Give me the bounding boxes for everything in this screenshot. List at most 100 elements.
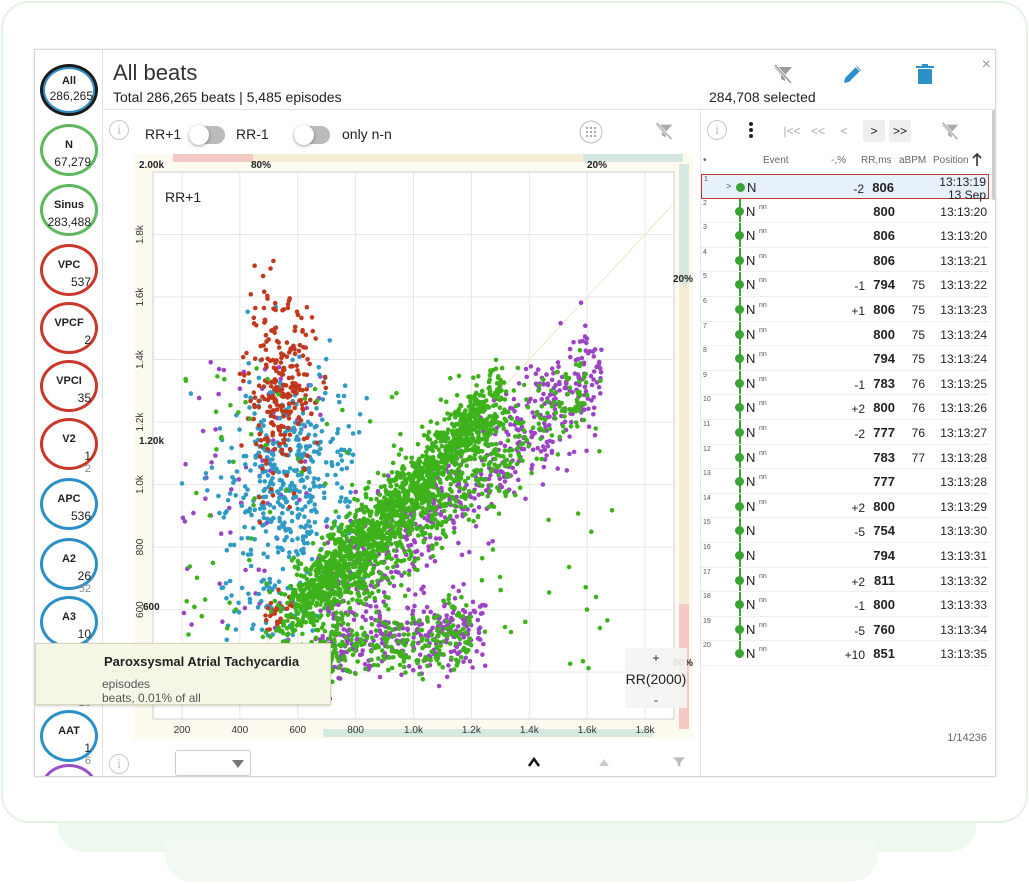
scatter-point [333, 509, 339, 514]
zoom-in-button[interactable]: + [652, 651, 659, 665]
category-v2[interactable]: V2 1 2 [40, 418, 98, 475]
category-n[interactable]: N 67,279 [40, 124, 98, 176]
info-icon[interactable]: i [707, 120, 727, 140]
info-icon[interactable]: i [109, 754, 129, 774]
beat-number: 12 [703, 445, 711, 453]
beat-row[interactable]: 9 Nnn -1 783 76 13:13:25 [701, 371, 989, 396]
category-vpcf[interactable]: VPCF 2 [40, 302, 98, 354]
scatter-point [347, 647, 353, 652]
category-all[interactable]: All 286,265 [40, 64, 98, 116]
category-vpci[interactable]: VPCI 35 [40, 360, 98, 412]
scatter-point [199, 613, 205, 619]
nav-prev-button[interactable]: < [833, 120, 855, 142]
category-a3[interactable]: A31030 [40, 596, 98, 653]
scatter-point [361, 633, 367, 638]
dropdown[interactable] [175, 750, 251, 776]
nav-next-page-button[interactable]: >> [889, 120, 911, 142]
beat-row[interactable]: 12 Nnn 783 77 13:13:28 [701, 445, 989, 470]
scatter-point [369, 509, 374, 514]
beat-row[interactable]: 2 Nnn 800 13:13:20 [701, 199, 989, 224]
filter-off-icon[interactable] [653, 120, 675, 142]
scatter-point [553, 382, 558, 388]
beat-row[interactable]: 14 Nnn +2 800 13:13:29 [701, 494, 989, 519]
beat-row[interactable]: 18 Nnn -1 800 13:13:33 [701, 592, 989, 617]
range-button[interactable]: 2.00k [139, 160, 164, 171]
nav-prev-page-button[interactable]: << [807, 120, 829, 142]
pencil-icon[interactable] [841, 62, 865, 86]
scatter-point [260, 273, 266, 279]
filter-off-icon[interactable] [669, 754, 689, 770]
scatter-point [314, 627, 319, 633]
beat-row[interactable]: 3 Nnn 806 13:13:20 [701, 223, 989, 248]
category-vpc[interactable]: VPC 537 [40, 244, 98, 296]
col-position[interactable]: Position [933, 155, 969, 166]
nav-first-button[interactable]: |<< [781, 120, 803, 142]
beat-row[interactable]: 6 Nnn +1 806 75 13:13:23 [701, 297, 989, 322]
filter-off-icon[interactable] [771, 62, 795, 86]
scatter-point [290, 587, 296, 593]
close-icon[interactable]: × [982, 56, 991, 74]
scatter-point [446, 663, 451, 668]
only-nn-toggle[interactable] [294, 125, 330, 145]
beat-row[interactable]: 17 Nnn +2 811 13:13:32 [701, 568, 989, 593]
col-event[interactable]: Event [763, 155, 789, 166]
scatter-point [268, 519, 274, 524]
category-a2[interactable]: A2 26 52 [40, 538, 98, 595]
col-pct[interactable]: -,% [831, 155, 846, 166]
beat-row[interactable]: 4 Nnn 806 13:13:21 [701, 248, 989, 273]
scrollbar[interactable] [992, 110, 995, 200]
chevron-up-icon[interactable] [527, 756, 541, 768]
arrow-up-icon[interactable] [597, 756, 611, 768]
scatter-point [456, 471, 462, 477]
beat-row[interactable]: 13 Nnn 777 13:13:28 [701, 469, 989, 494]
y-tick-label: 1.2k [135, 412, 146, 432]
scatter-point [241, 378, 246, 384]
category-apc[interactable]: APC 536 [40, 478, 98, 530]
category-aat[interactable]: AAT 1 6 [40, 710, 98, 767]
scatter-point [490, 547, 496, 552]
more-vertical-icon[interactable] [747, 120, 755, 140]
filter-off-icon[interactable] [939, 120, 961, 142]
range-button[interactable]: 20% [587, 160, 607, 171]
category-sinus[interactable]: Sinus 283,488 [40, 184, 98, 236]
grid-icon[interactable] [579, 120, 603, 144]
scatter-point [375, 618, 380, 623]
range-button[interactable]: 1.20k [139, 436, 164, 447]
scatter-point [425, 619, 431, 624]
scatter-point [424, 449, 429, 455]
beat-row[interactable]: 1 > N -2 806 13:13:19 13 Sep [701, 174, 989, 202]
scatter-point [284, 606, 290, 611]
scatter-point [372, 556, 378, 561]
beat-row[interactable]: 7 Nnn 800 75 13:13:24 [701, 322, 989, 347]
beat-row[interactable]: 5 Nnn -1 794 75 13:13:22 [701, 272, 989, 297]
trash-icon[interactable] [913, 62, 937, 86]
col-rr[interactable]: RR,ms [861, 155, 892, 166]
scatter-point [402, 493, 407, 498]
range-button[interactable]: 20% [673, 274, 693, 285]
scatter-point [466, 489, 472, 494]
scatter-point [318, 602, 323, 607]
scatter-point [493, 447, 498, 452]
info-icon[interactable]: i [109, 120, 129, 140]
scatter-point [227, 491, 233, 496]
col-bpm[interactable]: aBPM [899, 155, 926, 166]
beat-row[interactable]: 15 N -5 754 13:13:30 [701, 518, 989, 543]
scatter-point [256, 567, 261, 572]
beat-row[interactable]: 8 Nnn 794 75 13:13:24 [701, 346, 989, 371]
beat-row[interactable]: 11 Nnn -2 777 76 13:13:27 [701, 420, 989, 445]
sort-up-icon[interactable] [972, 153, 982, 166]
beat-row[interactable]: 20 Nnn +10 851 13:13:35 [701, 641, 989, 666]
scatter-point [476, 505, 482, 510]
nav-next-button[interactable]: > [863, 120, 885, 142]
rr-toggle[interactable] [189, 125, 225, 145]
scatter-point [332, 549, 337, 555]
range-button[interactable]: 600 [143, 602, 160, 613]
scatter-point [227, 459, 232, 465]
scatter-point [580, 658, 586, 664]
scatter-point [374, 535, 380, 540]
beat-row[interactable]: 19 Nnn -5 760 13:13:34 [701, 617, 989, 642]
beat-row[interactable]: 10 Nnn +2 800 76 13:13:26 [701, 395, 989, 420]
beat-row[interactable]: 16 N 794 13:13:31 [701, 543, 989, 568]
zoom-out-button[interactable]: - [654, 693, 658, 707]
range-button[interactable]: 80% [251, 160, 271, 171]
